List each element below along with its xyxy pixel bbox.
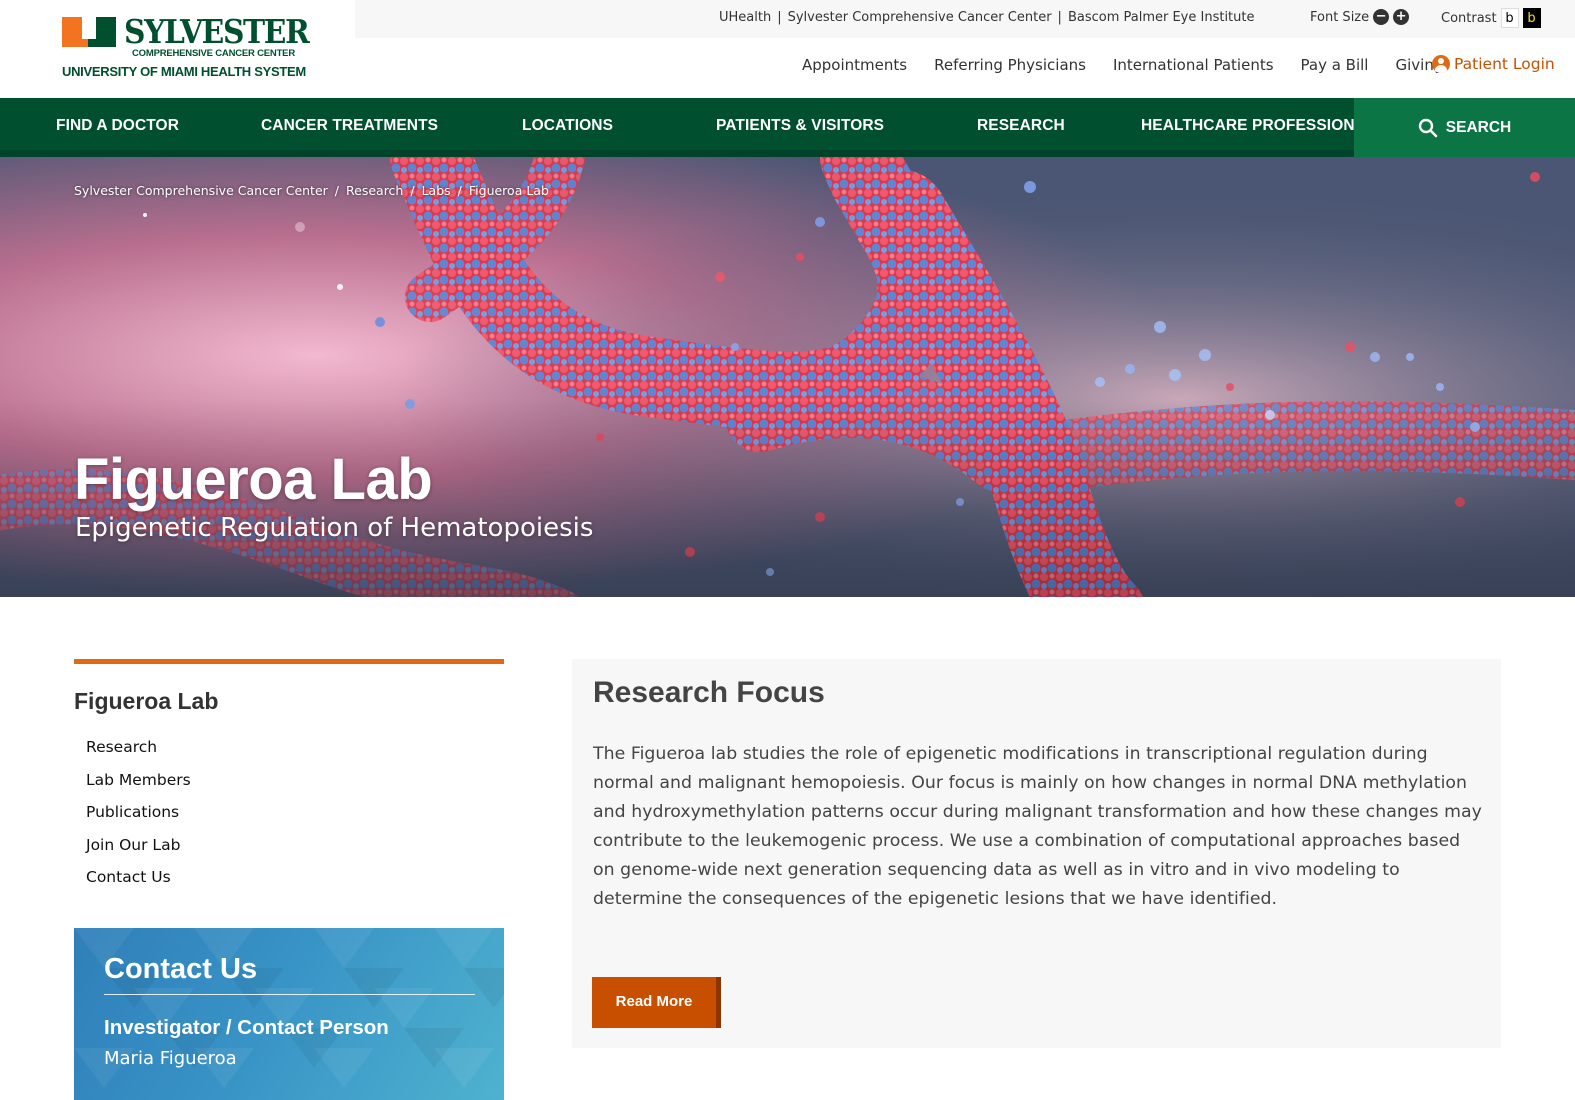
nav-appointments[interactable]: Appointments xyxy=(802,56,907,74)
sidebar-item-lab-members[interactable]: Lab Members xyxy=(86,769,504,802)
logo-title: SYLVESTER xyxy=(124,12,310,51)
u-logo-icon xyxy=(62,17,116,51)
page-subtitle: Epigenetic Regulation of Hematopoiesis xyxy=(75,513,594,543)
search-icon xyxy=(1418,118,1438,137)
utility-bar: UHealth | Sylvester Comprehensive Cancer… xyxy=(355,0,1575,38)
page-title: Figueroa Lab xyxy=(74,447,433,512)
font-increase-icon[interactable]: + xyxy=(1393,9,1410,25)
contact-card: Contact Us Investigator / Contact Person… xyxy=(74,928,504,1100)
contrast-light-button[interactable]: b xyxy=(1500,8,1519,28)
patient-login-label: Patient Login xyxy=(1454,55,1555,73)
sidebar-item-contact-us[interactable]: Contact Us xyxy=(86,866,504,899)
search-label: SEARCH xyxy=(1445,118,1512,136)
contact-title: Contact Us xyxy=(104,953,258,985)
sidebar: Figueroa Lab Research Lab Members Public… xyxy=(74,659,504,899)
nav-pay-a-bill[interactable]: Pay a Bill xyxy=(1301,56,1369,74)
hero-banner: Sylvester Comprehensive Cancer Center / … xyxy=(0,157,1575,597)
search-button[interactable]: SEARCH xyxy=(1354,98,1575,157)
logo-system: UNIVERSITY OF MIAMI HEALTH SYSTEM xyxy=(62,64,306,79)
user-icon xyxy=(1432,55,1450,73)
font-size-control: Font Size − + xyxy=(1310,9,1410,25)
nav-cancer-treatments[interactable]: CANCER TREATMENTS xyxy=(261,98,438,150)
nav-healthcare-professionals[interactable]: HEALTHCARE PROFESSIONALS xyxy=(1141,98,1386,150)
sidebar-item-research[interactable]: Research xyxy=(86,736,504,769)
breadcrumb-current: Figueroa Lab xyxy=(468,183,549,198)
patient-login-link[interactable]: Patient Login xyxy=(1432,55,1555,73)
nav-patients-visitors[interactable]: PATIENTS & VISITORS xyxy=(716,98,884,150)
site-header: SYLVESTER COMPREHENSIVE CANCER CENTER UN… xyxy=(0,0,1575,98)
nav-referring-physicians[interactable]: Referring Physicians xyxy=(934,56,1086,74)
font-size-label: Font Size xyxy=(1310,9,1370,25)
utility-link-bascom[interactable]: Bascom Palmer Eye Institute xyxy=(1068,10,1255,25)
nav-find-a-doctor[interactable]: FIND A DOCTOR xyxy=(56,98,179,150)
read-more-button[interactable]: Read More xyxy=(592,977,721,1028)
utility-links: UHealth | Sylvester Comprehensive Cancer… xyxy=(719,10,1255,25)
sidebar-item-join-our-lab[interactable]: Join Our Lab xyxy=(86,834,504,867)
logo-subtitle: COMPREHENSIVE CANCER CENTER xyxy=(132,48,295,59)
utility-separator: | xyxy=(1057,10,1062,25)
contact-divider xyxy=(104,994,475,995)
nav-international-patients[interactable]: International Patients xyxy=(1113,56,1274,74)
nav-research[interactable]: RESEARCH xyxy=(977,98,1065,150)
contrast-control: Contrast b b xyxy=(1441,8,1541,28)
contact-name: Maria Figueroa xyxy=(104,1048,237,1069)
sidebar-item-publications[interactable]: Publications xyxy=(86,801,504,834)
breadcrumb-research[interactable]: Research xyxy=(346,183,403,198)
nav-locations[interactable]: LOCATIONS xyxy=(522,98,613,150)
section-body: The Figueroa lab studies the role of epi… xyxy=(593,744,1482,909)
contrast-label: Contrast xyxy=(1441,10,1497,26)
utility-link-uhealth[interactable]: UHealth xyxy=(719,10,771,25)
breadcrumb-sylvester[interactable]: Sylvester Comprehensive Cancer Center xyxy=(74,183,328,198)
main-nav: FIND A DOCTOR CANCER TREATMENTS LOCATION… xyxy=(0,98,1575,157)
contrast-dark-button[interactable]: b xyxy=(1522,8,1541,28)
sidebar-title[interactable]: Figueroa Lab xyxy=(74,688,504,715)
breadcrumb-separator: / xyxy=(457,183,462,198)
secondary-nav: Appointments Referring Physicians Intern… xyxy=(802,56,1443,74)
font-decrease-icon[interactable]: − xyxy=(1373,9,1390,25)
breadcrumb-separator: / xyxy=(334,183,340,198)
utility-link-sylvester[interactable]: Sylvester Comprehensive Cancer Center xyxy=(788,10,1052,25)
breadcrumb-separator: / xyxy=(410,183,415,198)
breadcrumb-labs[interactable]: Labs xyxy=(422,183,451,198)
utility-separator: | xyxy=(777,10,782,25)
sidebar-links: Research Lab Members Publications Join O… xyxy=(74,736,504,899)
sylvester-logo[interactable]: SYLVESTER COMPREHENSIVE CANCER CENTER UN… xyxy=(62,14,310,84)
contact-label: Investigator / Contact Person xyxy=(104,1016,389,1039)
section-heading: Research Focus xyxy=(593,676,825,709)
sidebar-accent-rule xyxy=(74,659,504,664)
breadcrumb: Sylvester Comprehensive Cancer Center / … xyxy=(74,183,549,198)
research-focus-card: Research Focus The Figueroa lab studies … xyxy=(572,659,1501,1048)
